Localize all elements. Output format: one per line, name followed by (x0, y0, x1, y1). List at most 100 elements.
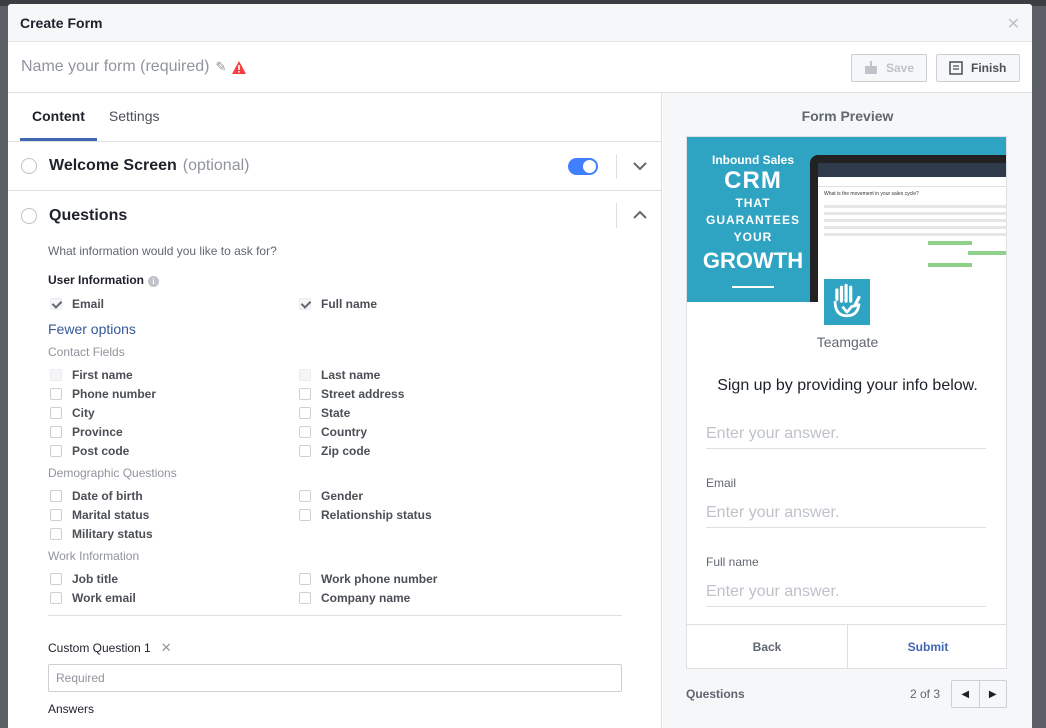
caret-right-icon: ▶ (988, 688, 997, 700)
checkbox-box[interactable] (50, 407, 62, 419)
checkbox-date-of-birth[interactable]: Date of birth (50, 487, 143, 505)
custom-question-label: Custom Question 1 (48, 641, 151, 655)
finish-button[interactable]: Finish (936, 54, 1020, 82)
checkbox-box[interactable] (299, 388, 311, 400)
checkbox-state[interactable]: State (299, 404, 350, 422)
checkbox-box[interactable] (50, 528, 62, 540)
demographic-label: Demographic Questions (48, 466, 177, 480)
chevron-up-icon[interactable] (632, 207, 648, 223)
banner-line: GUARANTEES (705, 213, 800, 227)
checkbox-label: Full name (321, 297, 378, 311)
screen-bar-green (928, 263, 972, 267)
checkbox-box[interactable] (50, 573, 62, 585)
preview-answer-input[interactable]: Enter your answer. (706, 419, 986, 449)
divider (48, 615, 622, 616)
checkbox-phone-number[interactable]: Phone number (50, 385, 156, 403)
checkbox-label: Work phone number (321, 572, 438, 586)
finish-label: Finish (971, 61, 1007, 75)
checkbox-city[interactable]: City (50, 404, 95, 422)
checkbox-box[interactable] (299, 369, 311, 381)
submit-button[interactable]: Submit (848, 625, 1006, 668)
checkbox-box[interactable] (299, 426, 311, 438)
checkbox-box[interactable] (50, 369, 62, 381)
checkbox-box[interactable] (299, 490, 311, 502)
checkbox-full-name[interactable]: Full name (299, 295, 377, 313)
preview-footer: Back Submit (687, 624, 1006, 668)
checkbox-box[interactable] (299, 592, 311, 604)
checkbox-relationship-status[interactable]: Relationship status (299, 506, 432, 524)
checkbox-military-status[interactable]: Military status (50, 525, 153, 543)
work-info-label: Work Information (48, 549, 140, 563)
checkbox-label: Relationship status (321, 508, 432, 522)
welcome-radio[interactable] (21, 158, 37, 174)
checkbox-box[interactable] (299, 298, 311, 310)
checkbox-job-title[interactable]: Job title (50, 570, 118, 588)
questions-section[interactable]: Questions (8, 191, 661, 240)
welcome-toggle[interactable] (568, 158, 598, 175)
chevron-down-icon[interactable] (632, 158, 648, 174)
checkbox-work-email[interactable]: Work email (50, 589, 136, 607)
checkbox-box[interactable] (50, 490, 62, 502)
save-button[interactable]: Save (851, 54, 927, 82)
questions-radio[interactable] (21, 207, 37, 224)
checkbox-box[interactable] (50, 426, 62, 438)
questions-prompt: What information would you like to ask f… (48, 244, 277, 258)
finish-icon (949, 61, 963, 75)
pager-buttons: ◀ ▶ (951, 680, 1007, 708)
banner-line: CRM (724, 167, 782, 194)
screen-bar-green (968, 251, 1006, 255)
checkbox-box[interactable] (299, 509, 311, 521)
checkbox-zip-code[interactable]: Zip code (299, 442, 370, 460)
checkbox-work-phone[interactable]: Work phone number (299, 570, 437, 588)
checkbox-box[interactable] (50, 592, 62, 604)
screen-line (824, 226, 1006, 229)
pencil-icon[interactable]: ✎ (216, 59, 227, 75)
content-panel: Content Settings Welcome Screen (optiona… (8, 93, 662, 728)
preview-email-input[interactable]: Enter your answer. (706, 498, 986, 528)
caret-left-icon: ◀ (961, 688, 970, 700)
checkbox-box[interactable] (299, 445, 311, 457)
checkbox-box[interactable] (50, 298, 62, 310)
checkbox-province[interactable]: Province (50, 423, 123, 441)
divider (616, 203, 617, 228)
previous-page-button[interactable]: ◀ (952, 681, 979, 707)
checkbox-box[interactable] (299, 407, 311, 419)
back-button[interactable]: Back (687, 625, 848, 668)
welcome-title: Welcome Screen (49, 157, 177, 174)
checkbox-gender[interactable]: Gender (299, 487, 363, 505)
next-page-button[interactable]: ▶ (978, 681, 1007, 707)
checkbox-last-name[interactable]: Last name (299, 366, 380, 384)
welcome-screen-section[interactable]: Welcome Screen (optional) (8, 142, 661, 191)
fewer-options-link[interactable]: Fewer options (48, 321, 136, 337)
checkbox-first-name[interactable]: First name (50, 366, 133, 384)
preview-field-label: Full name (706, 555, 759, 569)
checkbox-post-code[interactable]: Post code (50, 442, 129, 460)
form-name-input[interactable]: Name your form (required) (21, 58, 210, 76)
preview-panel: Form Preview Inbound Sales CRM THAT GUAR… (663, 93, 1032, 728)
preview-intro: Sign up by providing your info below. (717, 377, 978, 394)
tab-settings[interactable]: Settings (97, 93, 172, 141)
screen-line (824, 205, 1006, 208)
save-icon (864, 61, 877, 74)
remove-icon[interactable]: ✕ (161, 640, 172, 655)
checkbox-box[interactable] (50, 509, 62, 521)
close-icon[interactable]: ✕ (1007, 14, 1020, 34)
welcome-optional: (optional) (182, 157, 250, 174)
checkbox-marital-status[interactable]: Marital status (50, 506, 149, 524)
form-name-bar: Name your form (required) ✎ Save Finish (8, 42, 1032, 93)
checkbox-street-address[interactable]: Street address (299, 385, 404, 403)
tab-content[interactable]: Content (20, 93, 97, 141)
screen-line (824, 212, 1006, 215)
checkbox-email[interactable]: Email (50, 295, 104, 313)
checkbox-box[interactable] (299, 573, 311, 585)
preview-full-name-input[interactable]: Enter your answer. (706, 577, 986, 607)
dialog-title: Create Form (20, 14, 103, 31)
checkbox-box[interactable] (50, 445, 62, 457)
checkbox-company-name[interactable]: Company name (299, 589, 410, 607)
checkbox-label: Date of birth (72, 489, 143, 503)
banner-line: YOUR (733, 230, 773, 244)
checkbox-box[interactable] (50, 388, 62, 400)
custom-question-input[interactable]: Required (48, 664, 622, 692)
screen-line (824, 219, 1006, 222)
checkbox-country[interactable]: Country (299, 423, 367, 441)
